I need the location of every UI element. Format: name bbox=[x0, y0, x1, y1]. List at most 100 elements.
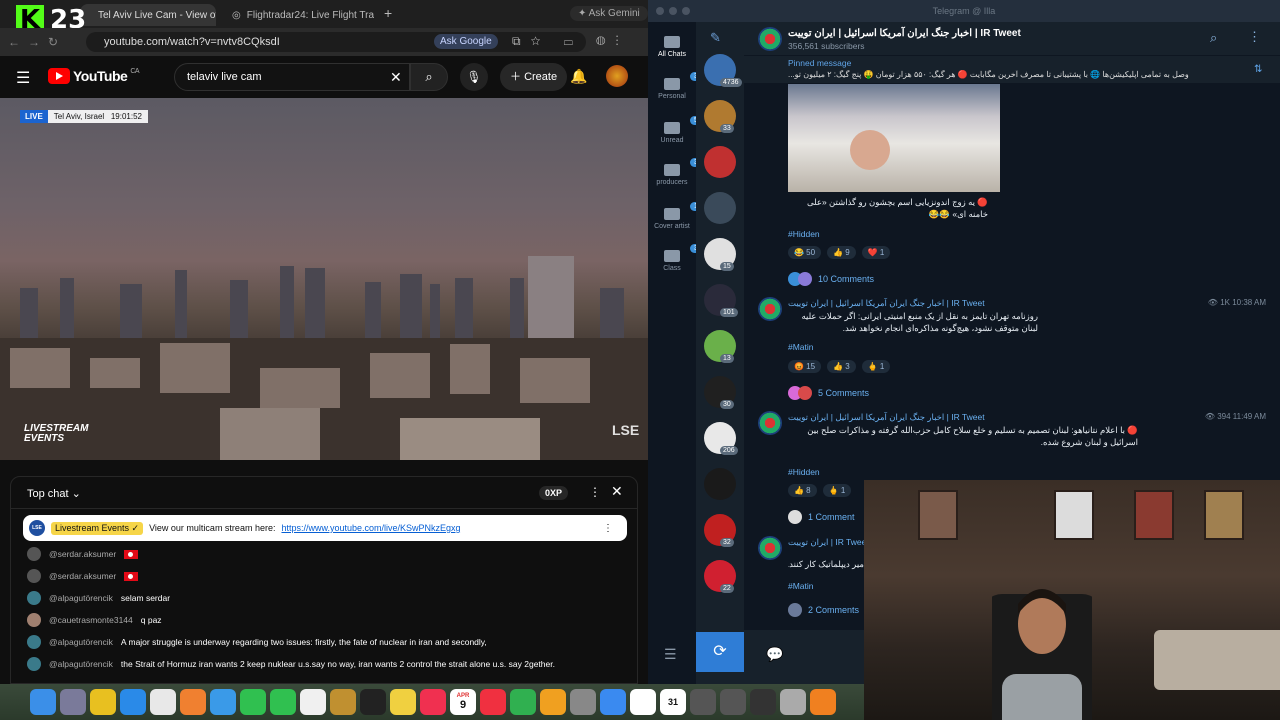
tab-flightradar[interactable]: ◎ Flightradar24: Live Flight Tracker ✕ bbox=[224, 4, 374, 26]
post-avatar[interactable] bbox=[758, 411, 782, 435]
messages-icon[interactable] bbox=[270, 689, 296, 715]
youtube-logo[interactable]: YouTube CA bbox=[48, 68, 140, 84]
post-author[interactable]: اخبار جنگ ایران آمریکا اسرائیل | ایران ت… bbox=[788, 412, 985, 423]
finder-icon[interactable] bbox=[30, 689, 56, 715]
chat-avatar[interactable] bbox=[704, 146, 736, 178]
hashtag[interactable]: #Hidden bbox=[788, 229, 820, 239]
post-avatar[interactable] bbox=[758, 297, 782, 321]
calendar-icon[interactable]: APR 9 bbox=[450, 689, 476, 715]
appstore-icon[interactable] bbox=[600, 689, 626, 715]
chat-avatar[interactable] bbox=[704, 192, 736, 224]
avatar[interactable] bbox=[606, 65, 628, 87]
post-avatar[interactable] bbox=[758, 536, 782, 560]
window-controls[interactable] bbox=[656, 7, 690, 15]
comments-link[interactable]: 10 Comments bbox=[788, 272, 874, 286]
comments-link[interactable]: 5 Comments bbox=[788, 386, 869, 400]
search-input[interactable]: telaviv live cam bbox=[174, 63, 410, 91]
settings-icon[interactable]: ☰ bbox=[664, 646, 677, 663]
avatar[interactable] bbox=[27, 635, 41, 649]
reaction[interactable]: 👍 9 bbox=[827, 246, 856, 259]
finance-icon[interactable] bbox=[330, 689, 356, 715]
discussion-icon[interactable]: 💬 bbox=[744, 630, 864, 684]
pages-icon[interactable] bbox=[540, 689, 566, 715]
chat-author[interactable]: @alpagutörencik bbox=[49, 659, 113, 669]
avatar[interactable] bbox=[27, 547, 41, 561]
chat-avatar[interactable] bbox=[704, 468, 736, 500]
reaction[interactable]: 👍 8 bbox=[788, 484, 817, 497]
reaction[interactable]: 😡 15 bbox=[788, 360, 822, 373]
post-photo[interactable] bbox=[788, 84, 1000, 192]
news-icon[interactable] bbox=[480, 689, 506, 715]
reaction[interactable]: 👍 3 bbox=[827, 360, 856, 373]
launchpad-icon[interactable] bbox=[60, 689, 86, 715]
mic-icon[interactable]: 🎙 bbox=[460, 63, 488, 91]
more-icon[interactable]: ⋮ bbox=[589, 485, 601, 499]
folder-all-chats[interactable]: All Chats bbox=[648, 36, 696, 58]
pin-icon[interactable]: ⇅ bbox=[1254, 64, 1262, 75]
video-player[interactable]: LIVE Tel Aviv, Israel 19:01:52 LIVESTREA… bbox=[0, 98, 648, 460]
chat-author[interactable]: @serdar.aksumer bbox=[49, 549, 116, 559]
date-icon[interactable]: 31 bbox=[660, 689, 686, 715]
utility-icon[interactable] bbox=[90, 689, 116, 715]
url-field[interactable]: youtube.com/watch?v=nvtv8CQksdI bbox=[86, 32, 586, 52]
clear-icon[interactable]: ✕ bbox=[390, 69, 402, 86]
freeform-icon[interactable] bbox=[300, 689, 326, 715]
hashtag[interactable]: #Matin bbox=[788, 342, 814, 352]
stats-icon[interactable] bbox=[720, 689, 746, 715]
chat-author[interactable]: @alpagutörencik bbox=[49, 637, 113, 647]
top-chat-dropdown[interactable]: Top chat ⌄ bbox=[27, 487, 81, 500]
bell-icon[interactable]: 🔔 bbox=[570, 68, 587, 85]
avatar[interactable] bbox=[27, 591, 41, 605]
post-author[interactable]: ایران توییت | IR Tweet bbox=[788, 537, 869, 548]
close-icon[interactable]: ✕ bbox=[611, 483, 623, 500]
avatar[interactable] bbox=[27, 657, 41, 671]
hashtag[interactable]: #Matin bbox=[788, 581, 814, 591]
more-icon[interactable]: ⋮ bbox=[603, 523, 613, 534]
post-author[interactable]: اخبار جنگ ایران آمریکا اسرائیل | ایران ت… bbox=[788, 298, 985, 309]
notion-icon[interactable] bbox=[630, 689, 656, 715]
tab-youtube[interactable]: Tel Aviv Live Cam - View of Tel Aviv ✕ bbox=[80, 4, 216, 26]
reaction[interactable]: ❤️ 1 bbox=[861, 246, 891, 259]
reaction[interactable]: 😂 50 bbox=[788, 246, 822, 259]
mail-icon[interactable] bbox=[210, 689, 236, 715]
pinned-message-bar[interactable]: Pinned message وصل به تمامی اپلیکیشن‌ها … bbox=[744, 56, 1280, 84]
chrome-icon[interactable] bbox=[150, 689, 176, 715]
chat-author[interactable]: @cauetrasmonte3144 bbox=[49, 615, 133, 625]
hashtag[interactable]: #Hidden bbox=[788, 467, 820, 477]
numbers-icon[interactable] bbox=[510, 689, 536, 715]
search-icon[interactable]: ⌕ bbox=[410, 63, 448, 91]
more-icon[interactable]: ⋮ bbox=[1248, 29, 1261, 45]
pinned-link[interactable]: https://www.youtube.com/live/KSwPNkzEgxg bbox=[281, 523, 460, 533]
avatar[interactable] bbox=[27, 569, 41, 583]
reaction[interactable]: 🖕 1 bbox=[861, 360, 891, 373]
channel-title[interactable]: اخبار جنگ ایران آمریکا اسرائیل | ایران ت… bbox=[788, 28, 1021, 39]
facetime-icon[interactable] bbox=[240, 689, 266, 715]
comments-link[interactable]: 2 Comments bbox=[788, 603, 859, 617]
search-icon[interactable]: ⌕ bbox=[1210, 30, 1217, 46]
ask-google-button[interactable]: Ask Google bbox=[434, 34, 498, 49]
create-button[interactable]: ＋ Create bbox=[500, 63, 568, 91]
steam-icon[interactable] bbox=[780, 689, 806, 715]
reaction[interactable]: 🖕 1 bbox=[822, 484, 852, 497]
folder-producers[interactable]: 3 producers bbox=[648, 158, 702, 186]
avatar[interactable] bbox=[27, 613, 41, 627]
bookmark-icon[interactable]: ⧉☆ ▭ ◍⋮ bbox=[512, 34, 629, 49]
unity-icon[interactable] bbox=[750, 689, 776, 715]
chat-author[interactable]: @serdar.aksumer bbox=[49, 571, 116, 581]
notes-icon[interactable] bbox=[390, 689, 416, 715]
folder-class[interactable]: 3 Class bbox=[648, 244, 702, 272]
safari-icon[interactable] bbox=[120, 689, 146, 715]
chat-author[interactable]: @alpagutörencik bbox=[49, 593, 113, 603]
photos-icon[interactable] bbox=[180, 689, 206, 715]
control-icon[interactable] bbox=[690, 689, 716, 715]
channel-avatar[interactable] bbox=[758, 27, 782, 51]
xp-badge[interactable]: 0XP bbox=[539, 486, 569, 500]
vlc-icon[interactable] bbox=[810, 689, 836, 715]
folder-cover-artist[interactable]: 1 Cover artist bbox=[648, 202, 702, 230]
refresh-icon[interactable]: ⟳ bbox=[696, 632, 744, 672]
comments-link[interactable]: 1 Comment bbox=[788, 510, 855, 524]
settings-icon[interactable] bbox=[570, 689, 596, 715]
folder-unread[interactable]: 538 Unread bbox=[648, 116, 710, 144]
ask-gemini-button[interactable]: ✦ Ask Gemini bbox=[570, 6, 648, 21]
new-tab-icon[interactable]: + bbox=[384, 5, 392, 21]
